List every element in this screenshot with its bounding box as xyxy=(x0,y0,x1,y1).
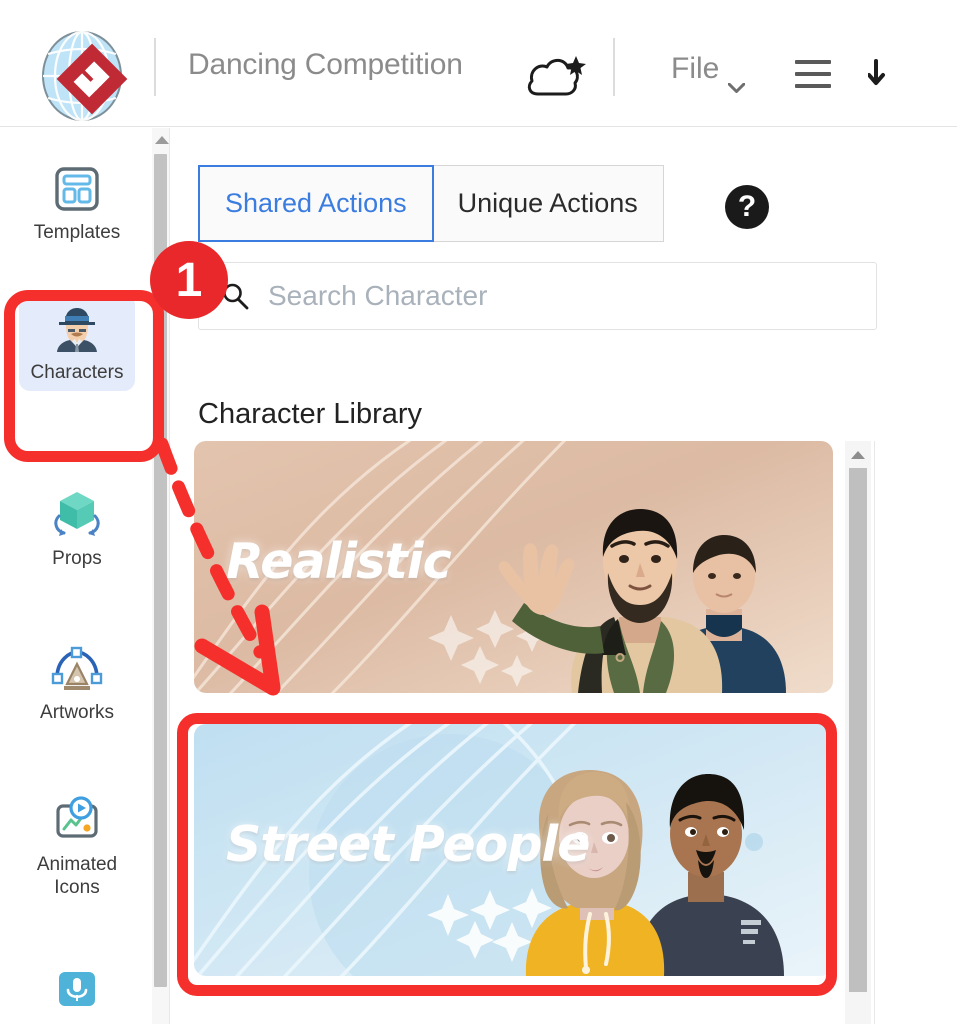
chevron-down-icon xyxy=(727,67,746,93)
sidebar-item-artworks[interactable]: Artworks xyxy=(19,634,135,731)
microphone-icon xyxy=(19,963,135,1019)
left-sidebar: Templates Characters Props Artworks Anim… xyxy=(0,128,152,1024)
search-input[interactable] xyxy=(266,279,830,313)
header-divider-right xyxy=(613,38,615,96)
panel-edge-divider xyxy=(874,441,875,1024)
card-street-people-title: Street People xyxy=(226,815,590,873)
sidebar-scrollbar-thumb[interactable] xyxy=(154,154,167,987)
help-icon[interactable]: ? xyxy=(725,185,769,229)
tab-shared-actions-label: Shared Actions xyxy=(225,188,407,218)
pen-nib-curve-icon xyxy=(19,641,135,697)
sidebar-scrollbar[interactable] xyxy=(152,128,170,1024)
templates-layout-icon xyxy=(19,161,135,217)
card-realistic-title: Realistic xyxy=(226,532,452,590)
sidebar-item-animated-icons[interactable]: Animated Icons xyxy=(19,786,135,906)
character-library-card-list: Realistic Street People xyxy=(187,441,847,1024)
help-icon-label: ? xyxy=(737,190,757,223)
scroll-up-arrow-icon[interactable] xyxy=(155,136,169,144)
animated-icons-icon xyxy=(19,793,135,849)
header-divider-left xyxy=(154,38,156,96)
app-top-bar: Dancing Competition File xyxy=(0,0,957,127)
download-icon[interactable] xyxy=(868,58,902,92)
sidebar-item-label-line1: Animated xyxy=(36,854,118,875)
sidebar-item-props[interactable]: Props xyxy=(19,480,135,577)
search-icon xyxy=(221,282,249,310)
document-title[interactable]: Dancing Competition xyxy=(188,48,463,82)
tab-unique-actions-label: Unique Actions xyxy=(457,188,638,218)
card-list-scrollbar-thumb[interactable] xyxy=(849,468,867,992)
rotating-cube-icon xyxy=(19,487,135,543)
sidebar-item-label: Characters xyxy=(30,362,124,383)
actions-tab-group: Shared Actions Unique Actions xyxy=(198,165,664,242)
file-menu-label: File xyxy=(671,52,720,85)
character-library-heading: Character Library xyxy=(198,398,423,430)
sidebar-item-label: Artworks xyxy=(40,702,114,723)
card-street-people[interactable]: Street People xyxy=(194,724,833,976)
tab-unique-actions[interactable]: Unique Actions xyxy=(432,165,664,242)
main-panel: Shared Actions Unique Actions ? Characte… xyxy=(171,128,957,1024)
card-list-scrollbar[interactable] xyxy=(845,441,871,1024)
sidebar-item-label-line2: Icons xyxy=(54,877,100,898)
sidebar-item-templates[interactable]: Templates xyxy=(19,154,135,251)
search-character-box[interactable] xyxy=(198,262,877,330)
character-avatar-icon xyxy=(19,301,135,357)
tab-shared-actions[interactable]: Shared Actions xyxy=(198,165,434,242)
card-realistic[interactable]: Realistic xyxy=(194,441,833,693)
hamburger-menu-icon[interactable] xyxy=(795,60,831,88)
sidebar-item-voice[interactable] xyxy=(19,956,135,1019)
reallusion-globe-logo-icon[interactable] xyxy=(34,26,134,126)
cloud-star-icon[interactable] xyxy=(524,52,586,102)
scroll-up-arrow-icon[interactable] xyxy=(851,451,865,459)
file-menu-button[interactable]: File xyxy=(671,52,746,93)
sidebar-item-label: Props xyxy=(52,548,102,569)
sidebar-item-label: Templates xyxy=(33,222,121,243)
sidebar-item-characters[interactable]: Characters xyxy=(19,294,135,391)
